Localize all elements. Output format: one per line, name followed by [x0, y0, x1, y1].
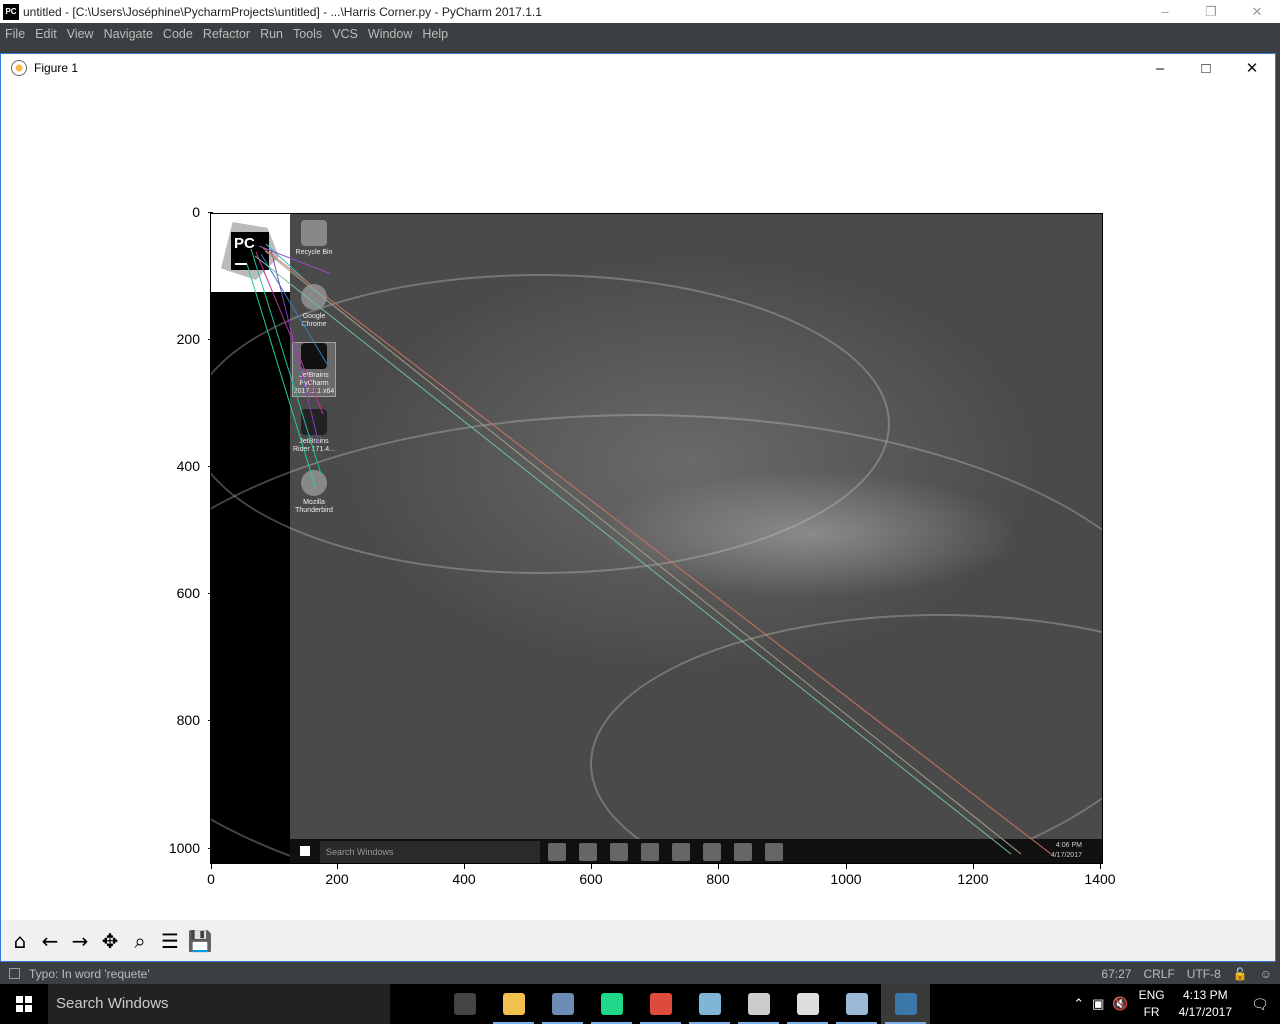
- menu-vcs[interactable]: VCS: [327, 23, 363, 45]
- pycharm-logo-icon: PC: [3, 3, 19, 20]
- x-tick-label: 200: [307, 864, 367, 887]
- chrome-icon: [649, 993, 672, 1015]
- inspector-icon[interactable]: ☺: [1260, 967, 1272, 981]
- chevron-up-icon[interactable]: ⌃: [1073, 996, 1084, 1012]
- taskbar-app-paint[interactable]: [832, 984, 881, 1024]
- back-icon[interactable]: ←: [36, 927, 64, 955]
- zoom-icon[interactable]: ⌕: [126, 927, 154, 955]
- paint-icon: [845, 993, 868, 1015]
- x-tick-label: 1000: [816, 864, 876, 887]
- settings-icon: [747, 993, 770, 1015]
- x-tick-label: 400: [434, 864, 494, 887]
- x-tick-label: 1200: [943, 864, 1003, 887]
- configure-subplots-icon[interactable]: ☰: [156, 927, 184, 955]
- save-icon[interactable]: 💾: [186, 927, 214, 955]
- taskbar-app-mail[interactable]: [538, 984, 587, 1024]
- input-language[interactable]: ENG FR: [1139, 987, 1165, 1021]
- task-view-icon: [453, 993, 476, 1015]
- windows-logo-icon: [16, 996, 32, 1012]
- menu-bar: File Edit View Navigate Code Refactor Ru…: [0, 23, 1280, 45]
- home-icon[interactable]: ⌂: [6, 927, 34, 955]
- figure-close-button[interactable]: ✕: [1229, 54, 1275, 82]
- windows-taskbar: Search Windows ⌃ ▣ 🔇 ENG FR 4:13 PM 4/17…: [0, 984, 1280, 1024]
- python-icon: [894, 993, 917, 1015]
- ide-statusbar: Typo: In word 'requete' 67:27 CRLF UTF-8…: [0, 963, 1280, 984]
- taskbar-app-chrome[interactable]: [636, 984, 685, 1024]
- menu-help[interactable]: Help: [417, 23, 453, 45]
- figure-titlebar: Figure 1 – □ ✕: [1, 54, 1275, 82]
- ide-titlebar: PC untitled - [C:\Users\Joséphine\Pychar…: [0, 0, 1280, 23]
- lock-icon[interactable]: 🔓: [1233, 967, 1248, 981]
- x-tick-label: 800: [688, 864, 748, 887]
- plot-canvas[interactable]: PC Recycle Bin Google Chrome JetBrains P…: [1, 82, 1275, 920]
- taskbar-app-settings[interactable]: [734, 984, 783, 1024]
- system-tray: ⌃ ▣ 🔇 ENG FR 4:13 PM 4/17/2017 🗨: [1073, 987, 1280, 1021]
- line-separator[interactable]: CRLF: [1143, 967, 1174, 981]
- window-title: untitled - [C:\Users\Joséphine\PycharmPr…: [23, 4, 542, 19]
- menu-code[interactable]: Code: [158, 23, 198, 45]
- file-encoding[interactable]: UTF-8: [1187, 967, 1221, 981]
- y-tick-label: 0: [160, 204, 213, 220]
- status-message: Typo: In word 'requete': [29, 966, 150, 981]
- taskbar-app-pycharm[interactable]: [587, 984, 636, 1024]
- feature-match-lines: [246, 243, 1052, 855]
- pan-icon[interactable]: ✥: [96, 927, 124, 955]
- caret-position[interactable]: 67:27: [1101, 967, 1131, 981]
- action-center-icon[interactable]: 🗨: [1246, 990, 1274, 1018]
- file-explorer-icon: [502, 993, 525, 1015]
- close-button[interactable]: ✕: [1234, 0, 1280, 23]
- restore-button[interactable]: ❐: [1188, 0, 1234, 23]
- volume-mute-icon[interactable]: 🔇: [1112, 996, 1128, 1012]
- figure-minimize-button[interactable]: –: [1137, 54, 1183, 82]
- network-icon[interactable]: ▣: [1092, 996, 1104, 1012]
- taskbar-app-task-view[interactable]: [440, 984, 489, 1024]
- taskbar-apps: [440, 984, 930, 1024]
- y-tick-label: 400: [160, 458, 213, 474]
- taskbar-search[interactable]: Search Windows: [48, 984, 390, 1024]
- y-tick-label: 800: [160, 712, 213, 728]
- taskbar-app-photos[interactable]: [783, 984, 832, 1024]
- x-tick-label: 600: [561, 864, 621, 887]
- menu-file[interactable]: File: [0, 23, 30, 45]
- figure-toolbar: ⌂ ← → ✥ ⌕ ☰ 💾: [1, 920, 1275, 961]
- menu-tools[interactable]: Tools: [288, 23, 327, 45]
- y-tick-label: 200: [160, 331, 213, 347]
- y-tick-label: 1000: [160, 840, 213, 856]
- taskbar-app-file-explorer[interactable]: [489, 984, 538, 1024]
- x-tick-label: 1400: [1070, 864, 1130, 887]
- menu-window[interactable]: Window: [363, 23, 417, 45]
- mail-icon: [551, 993, 574, 1015]
- taskbar-app-notes[interactable]: [685, 984, 734, 1024]
- clock[interactable]: 4:13 PM 4/17/2017: [1179, 987, 1232, 1021]
- axes: PC Recycle Bin Google Chrome JetBrains P…: [210, 213, 1103, 864]
- forward-icon[interactable]: →: [66, 927, 94, 955]
- figure-window: Figure 1 – □ ✕ PC Recycle Bin Google Chr…: [0, 53, 1276, 962]
- menu-navigate[interactable]: Navigate: [99, 23, 158, 45]
- notes-icon: [698, 993, 721, 1015]
- figure-maximize-button[interactable]: □: [1183, 54, 1229, 82]
- minimize-button[interactable]: –: [1142, 0, 1188, 23]
- menu-refactor[interactable]: Refactor: [198, 23, 255, 45]
- tool-window-toggle-icon[interactable]: [9, 968, 20, 979]
- x-tick-label: 0: [181, 864, 241, 887]
- matplotlib-icon: [11, 60, 27, 76]
- taskbar-app-python[interactable]: [881, 984, 930, 1024]
- y-tick-label: 600: [160, 585, 213, 601]
- menu-run[interactable]: Run: [255, 23, 288, 45]
- figure-title: Figure 1: [34, 61, 79, 75]
- menu-edit[interactable]: Edit: [30, 23, 62, 45]
- menu-view[interactable]: View: [62, 23, 99, 45]
- pycharm-icon: [600, 993, 623, 1015]
- start-button[interactable]: [0, 984, 48, 1024]
- photos-icon: [796, 993, 819, 1015]
